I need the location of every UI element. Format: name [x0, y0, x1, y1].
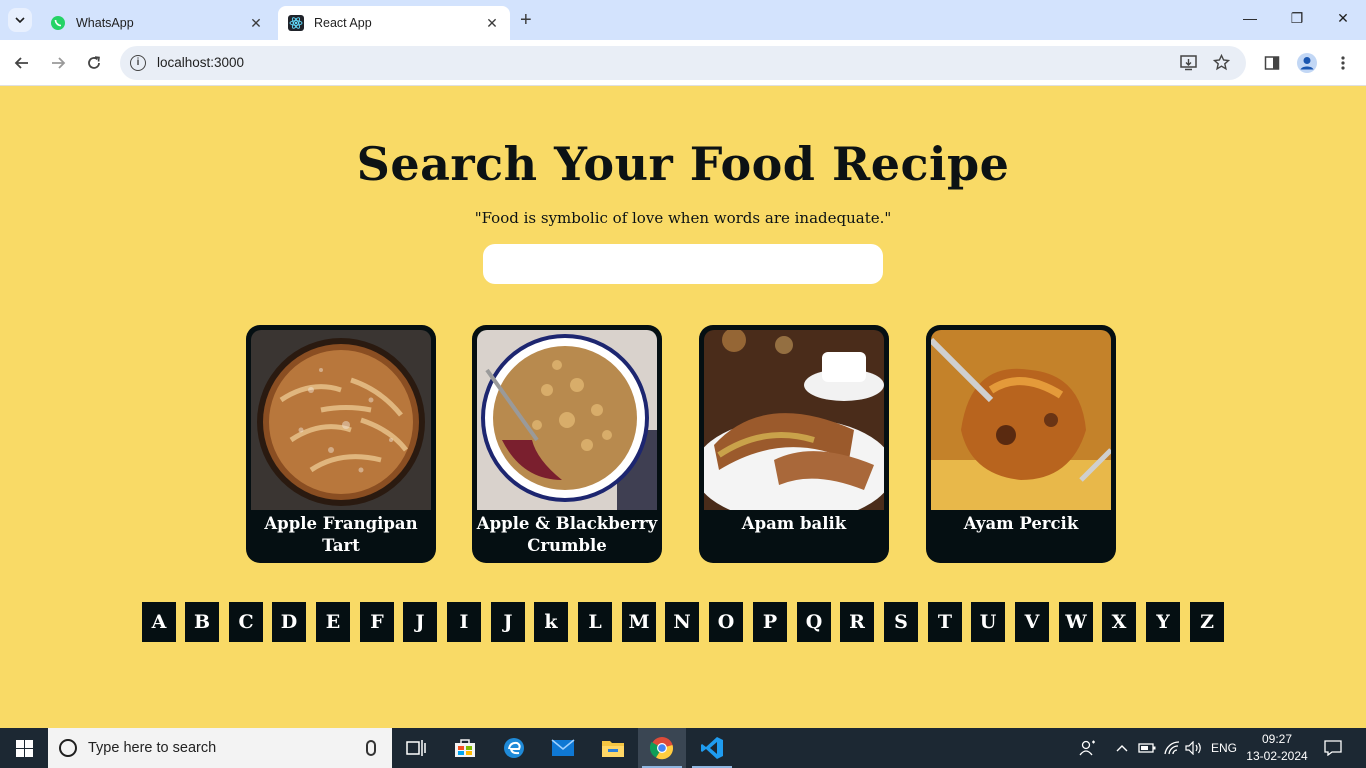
taskbar-search-placeholder: Type here to search: [88, 740, 217, 756]
letter-t-button[interactable]: T: [928, 602, 962, 642]
letter-r-button[interactable]: R: [840, 602, 874, 642]
forward-icon[interactable]: [47, 52, 69, 74]
mail-icon[interactable]: [539, 728, 587, 768]
recipe-name: Apple Frangipan Tart: [264, 514, 418, 555]
clock-date: 13-02-2024: [1246, 749, 1308, 763]
restore-icon[interactable]: ❐: [1287, 10, 1307, 27]
page-title: Search Your Food Recipe: [356, 137, 1010, 191]
letter-v-button[interactable]: V: [1015, 602, 1049, 642]
letter-e-button[interactable]: E: [316, 602, 350, 642]
recipe-image-apple-tart: [251, 330, 431, 510]
more-menu-icon[interactable]: [1332, 52, 1354, 74]
letter-k-button[interactable]: k: [534, 602, 568, 642]
letter-z-button[interactable]: Z: [1190, 602, 1224, 642]
taskbar-search-box[interactable]: Type here to search: [48, 728, 392, 768]
reload-icon[interactable]: [83, 52, 105, 74]
tab-react-app[interactable]: React App ✕: [278, 6, 510, 40]
windows-taskbar: Type here to search ENG 09:27 13-02-2024: [0, 728, 1366, 768]
recipe-image-crumble: [477, 330, 657, 510]
install-app-icon[interactable]: [1180, 54, 1197, 75]
new-tab-button[interactable]: +: [520, 10, 532, 30]
windows-start-icon[interactable]: [0, 728, 48, 768]
address-bar[interactable]: i localhost:3000: [120, 46, 1246, 80]
recipe-search-input[interactable]: [483, 244, 883, 284]
search-icon: [59, 739, 77, 757]
letter-m-button[interactable]: M: [622, 602, 656, 642]
microphone-icon[interactable]: [366, 740, 376, 756]
browser-tab-strip: WhatsApp ✕ React App ✕ + — ❐ ✕: [0, 0, 1366, 40]
recipe-image-ayam-percik: [931, 330, 1111, 510]
whatsapp-icon: [50, 15, 66, 31]
letter-c-button[interactable]: C: [229, 602, 263, 642]
minimize-icon[interactable]: —: [1240, 10, 1260, 26]
recipe-name: Apam balik: [741, 514, 847, 533]
tab-title: React App: [314, 16, 372, 30]
tab-title: WhatsApp: [76, 16, 134, 30]
chrome-taskbar-icon[interactable]: [638, 728, 686, 768]
side-panel-icon[interactable]: [1261, 52, 1283, 74]
letter-q-button[interactable]: Q: [797, 602, 831, 642]
vscode-icon[interactable]: [688, 728, 736, 768]
system-clock[interactable]: 09:27 13-02-2024: [1244, 731, 1310, 765]
wifi-icon[interactable]: [1162, 728, 1182, 768]
recipe-image-apam-balik: [704, 330, 884, 510]
letter-a-button[interactable]: A: [142, 602, 176, 642]
close-icon[interactable]: ✕: [248, 15, 264, 32]
letter-f-button[interactable]: F: [360, 602, 394, 642]
tab-search-button[interactable]: [8, 8, 32, 32]
letter-y-button[interactable]: Y: [1146, 602, 1180, 642]
notifications-icon[interactable]: [1318, 728, 1348, 768]
recipe-card[interactable]: Ayam Percik: [926, 325, 1116, 563]
bookmark-star-icon[interactable]: [1212, 53, 1231, 75]
recipe-name: Apple & Blackberry Crumble: [476, 514, 658, 555]
profile-avatar-icon[interactable]: [1296, 52, 1318, 74]
close-window-icon[interactable]: ✕: [1333, 10, 1353, 27]
url-text: localhost:3000: [157, 55, 245, 70]
letter-i-button[interactable]: I: [447, 602, 481, 642]
file-explorer-icon[interactable]: [589, 728, 637, 768]
page-quote: "Food is symbolic of love when words are…: [474, 209, 892, 227]
input-language-indicator[interactable]: ENG: [1208, 728, 1240, 768]
letter-x-button[interactable]: X: [1102, 602, 1136, 642]
chevron-down-icon: [15, 17, 25, 23]
clock-time: 09:27: [1261, 732, 1293, 746]
edge-browser-icon[interactable]: [490, 728, 538, 768]
people-icon[interactable]: [1076, 728, 1100, 768]
letter-n-button[interactable]: N: [665, 602, 699, 642]
letter-d-button[interactable]: D: [272, 602, 306, 642]
letter-s-button[interactable]: S: [884, 602, 918, 642]
recipe-card[interactable]: Apam balik: [699, 325, 889, 563]
browser-toolbar: i localhost:3000: [0, 40, 1366, 86]
letter-o-button[interactable]: O: [709, 602, 743, 642]
recipe-card[interactable]: Apple Frangipan Tart: [246, 325, 436, 563]
letter-j-button[interactable]: J: [403, 602, 437, 642]
recipe-card[interactable]: Apple & Blackberry Crumble: [472, 325, 662, 563]
letter-l-button[interactable]: L: [578, 602, 612, 642]
tab-whatsapp[interactable]: WhatsApp ✕: [40, 6, 274, 40]
letter-b-button[interactable]: B: [185, 602, 219, 642]
letter-w-button[interactable]: W: [1059, 602, 1093, 642]
letter-u-button[interactable]: U: [971, 602, 1005, 642]
letter-p-button[interactable]: P: [753, 602, 787, 642]
back-icon[interactable]: [11, 52, 33, 74]
page-content: Search Your Food Recipe "Food is symboli…: [0, 87, 1366, 728]
letter-j-button[interactable]: J: [491, 602, 525, 642]
battery-icon[interactable]: [1137, 728, 1157, 768]
react-icon: [288, 15, 304, 31]
site-info-icon[interactable]: i: [130, 55, 146, 71]
microsoft-store-icon[interactable]: [441, 728, 489, 768]
recipe-name: Ayam Percik: [963, 514, 1079, 533]
volume-icon[interactable]: [1184, 728, 1204, 768]
show-hidden-icons-icon[interactable]: [1113, 728, 1131, 768]
close-icon[interactable]: ✕: [484, 15, 500, 32]
task-view-icon[interactable]: [392, 728, 440, 768]
